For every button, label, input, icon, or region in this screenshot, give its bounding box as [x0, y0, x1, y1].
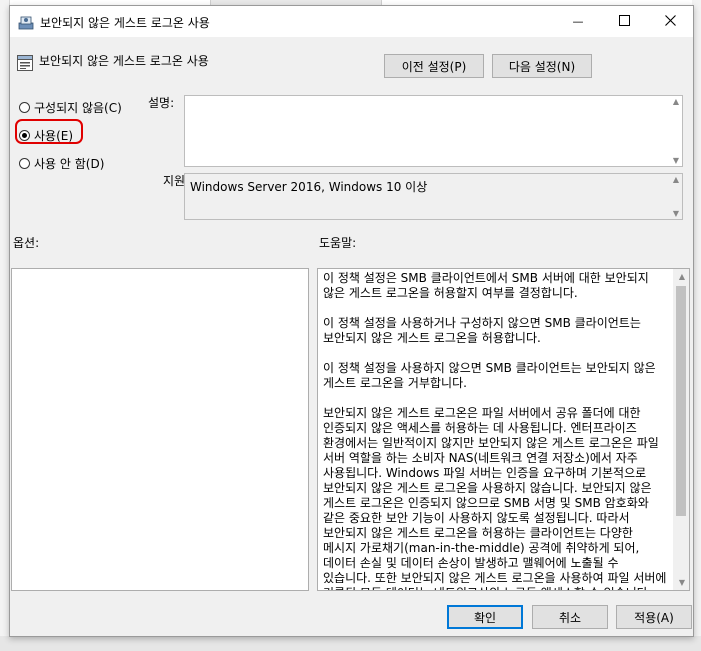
help-label: 도움말:: [319, 236, 357, 250]
options-label: 옵션:: [13, 236, 40, 250]
maximize-icon: [618, 14, 630, 29]
scroll-up-icon[interactable]: ▲: [673, 175, 679, 184]
radio-circle-disabled[interactable]: [19, 158, 30, 169]
comment-scrollbar[interactable]: ▲ ▼: [668, 96, 682, 166]
apply-button[interactable]: 적용(A): [616, 605, 692, 629]
close-button[interactable]: [647, 6, 693, 37]
minimize-icon: —: [572, 15, 584, 28]
supported-value: Windows Server 2016, Windows 10 이상: [190, 180, 428, 194]
ok-button[interactable]: 확인: [447, 605, 523, 629]
help-scroll-thumb[interactable]: [676, 286, 686, 516]
help-pane: 이 정책 설정은 SMB 클라이언트에서 SMB 서버에 대한 보안되지 않은 …: [317, 268, 690, 591]
radio-label-disabled: 사용 안 함(D): [34, 157, 105, 171]
previous-setting-button[interactable]: 이전 설정(P): [384, 54, 484, 78]
background-taskbar-edge: [0, 636, 701, 651]
scroll-up-icon[interactable]: ▲: [679, 272, 685, 281]
radio-not-configured[interactable]: 구성되지 않음(C): [19, 99, 122, 116]
enabled-highlight-ring: [15, 119, 83, 144]
options-pane: [11, 268, 309, 591]
supported-box: Windows Server 2016, Windows 10 이상 ▲ ▼: [184, 173, 683, 220]
scroll-down-icon[interactable]: ▼: [673, 156, 679, 165]
policy-setting-icon: [16, 54, 34, 72]
next-setting-button[interactable]: 다음 설정(N): [492, 54, 592, 78]
policy-app-icon: [18, 14, 34, 30]
help-text: 이 정책 설정은 SMB 클라이언트에서 SMB 서버에 대한 보안되지 않은 …: [323, 271, 667, 590]
policy-name-heading: 보안되지 않은 게스트 로그온 사용: [39, 54, 209, 68]
radio-label-not-configured: 구성되지 않음(C): [34, 101, 122, 115]
window-title: 보안되지 않은 게스트 로그온 사용: [40, 16, 210, 30]
cancel-button[interactable]: 취소: [532, 605, 608, 629]
comment-label: 설명:: [148, 96, 175, 110]
scroll-down-icon[interactable]: ▼: [673, 209, 679, 218]
scroll-up-icon[interactable]: ▲: [673, 97, 679, 106]
radio-disabled[interactable]: 사용 안 함(D): [19, 155, 104, 172]
title-bar[interactable]: 보안되지 않은 게스트 로그온 사용 —: [10, 6, 693, 37]
close-icon: [664, 14, 676, 29]
policy-dialog: 보안되지 않은 게스트 로그온 사용 — 보안되지 않은 게스트 로그온 사용 …: [9, 5, 694, 637]
comment-textarea[interactable]: ▲ ▼: [184, 95, 683, 167]
radio-circle-not-configured[interactable]: [19, 102, 30, 113]
minimize-button[interactable]: —: [555, 6, 601, 37]
scroll-down-icon[interactable]: ▼: [679, 578, 685, 587]
maximize-button[interactable]: [601, 6, 647, 37]
help-scrollbar[interactable]: ▲ ▼: [673, 269, 689, 590]
